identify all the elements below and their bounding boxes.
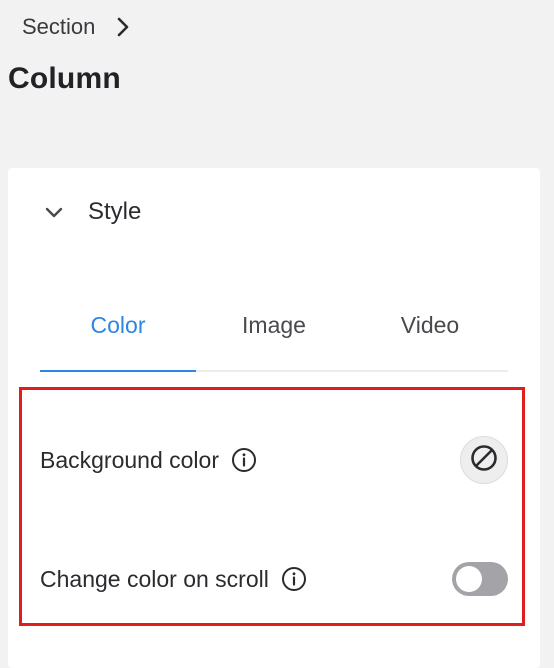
style-tabs: Color Image Video [40, 298, 508, 372]
page-title: Column [8, 62, 121, 95]
change-color-on-scroll-label-group: Change color on scroll [40, 566, 307, 593]
tab-image[interactable]: Image [196, 298, 352, 370]
change-color-on-scroll-label: Change color on scroll [40, 565, 269, 592]
no-color-icon [469, 443, 499, 478]
style-section-title: Style [88, 198, 142, 225]
chevron-down-icon [42, 200, 66, 224]
change-color-on-scroll-toggle[interactable] [452, 562, 508, 596]
tab-color[interactable]: Color [40, 298, 196, 372]
tab-video[interactable]: Video [352, 298, 508, 370]
background-color-picker-button[interactable] [460, 436, 508, 484]
toggle-knob [456, 566, 482, 592]
info-icon[interactable] [231, 447, 257, 473]
breadcrumb: Section [22, 10, 131, 44]
change-color-on-scroll-setting: Change color on scroll [40, 555, 508, 603]
background-color-label-group: Background color [40, 447, 257, 474]
info-icon[interactable] [281, 566, 307, 592]
breadcrumb-section-link[interactable]: Section [22, 14, 95, 40]
style-panel: Style Color Image Video Background color [8, 168, 540, 668]
style-section-toggle[interactable]: Style [42, 198, 141, 226]
background-color-label: Background color [40, 446, 219, 473]
chevron-right-icon [115, 16, 131, 38]
background-color-setting: Background color [40, 436, 508, 484]
